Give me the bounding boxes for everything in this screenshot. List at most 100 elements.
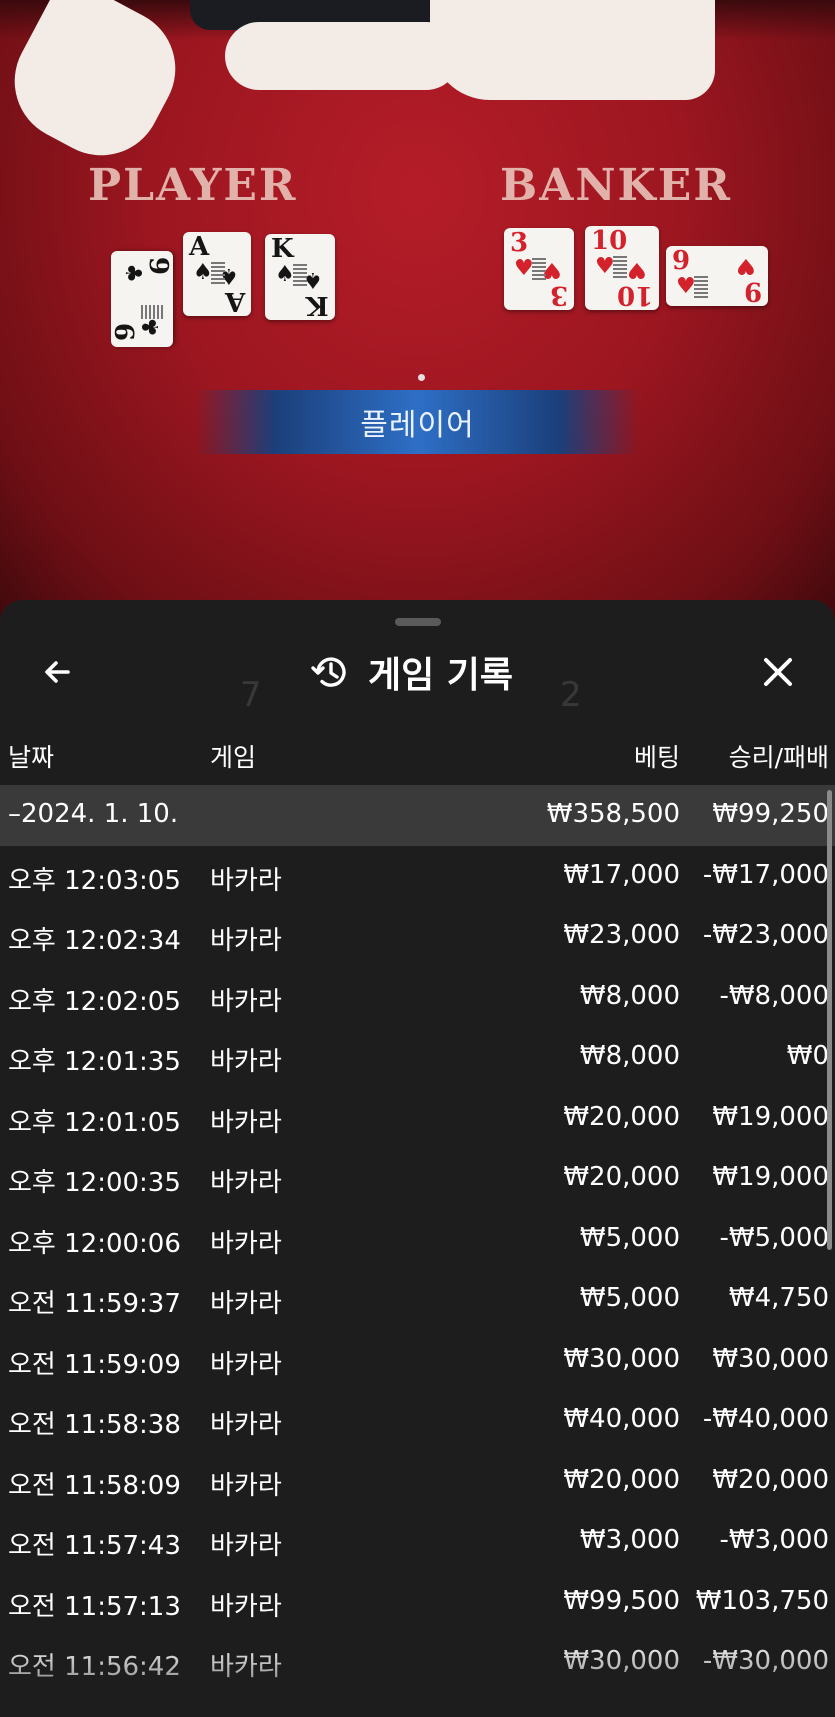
- history-row[interactable]: 오후 12:02:34 바카라 ₩23,000 -₩23,000: [0, 906, 835, 967]
- row-bet: ₩30,000: [563, 1646, 680, 1676]
- back-button[interactable]: [36, 650, 80, 694]
- card-suit: ♥: [736, 253, 756, 278]
- row-game: 바카라: [210, 1228, 282, 1259]
- card-suit: ♣: [139, 317, 164, 337]
- title-group: 게임 기록: [310, 650, 513, 696]
- card-suit: ♥: [676, 274, 696, 299]
- card-barcode: [532, 258, 546, 280]
- row-win-loss: -₩5,000: [719, 1222, 829, 1253]
- row-win-loss: -₩8,000: [719, 980, 829, 1011]
- history-row[interactable]: 오후 12:01:35 바카라 ₩8,000 ₩0: [0, 1027, 835, 1088]
- drag-handle[interactable]: [395, 618, 441, 626]
- result-text: 플레이어: [360, 408, 475, 443]
- row-time: 오후 12:03:05: [8, 865, 181, 896]
- card-barcode: [293, 264, 307, 286]
- row-time: 오후 12:00:06: [8, 1228, 181, 1259]
- row-win-loss: ₩4,750: [728, 1283, 829, 1313]
- history-row[interactable]: 오전 11:59:09 바카라 ₩30,000 ₩30,000: [0, 1330, 835, 1391]
- row-bet: ₩5,000: [579, 1222, 680, 1253]
- summary-date: –2024. 1. 10.: [8, 799, 179, 829]
- history-row[interactable]: 오전 11:58:09 바카라 ₩20,000 ₩20,000: [0, 1451, 835, 1512]
- row-win-loss: ₩19,000: [712, 1101, 829, 1132]
- card-rank: 9: [143, 257, 173, 276]
- column-win-loss[interactable]: 승리/패배: [729, 738, 829, 774]
- dealer-right-sleeve: [430, 0, 715, 100]
- column-game[interactable]: 게임: [210, 738, 256, 774]
- history-row[interactable]: 오후 12:00:06 바카라 ₩5,000 -₩5,000: [0, 1209, 835, 1270]
- sheet-header: 게임 기록: [0, 640, 835, 704]
- card-suit: ♥: [514, 256, 534, 281]
- player-card-2: A ♠ A ♠: [183, 232, 251, 316]
- row-time: 오전 11:57:13: [8, 1591, 181, 1622]
- card-barcode: [694, 276, 708, 298]
- result-banner: 플레이어: [195, 390, 640, 454]
- banker-side-label: BANKER: [500, 160, 732, 211]
- column-bet[interactable]: 베팅: [634, 738, 680, 774]
- row-bet: ₩20,000: [563, 1464, 680, 1495]
- row-win-loss: ₩20,000: [712, 1464, 829, 1495]
- history-row[interactable]: 오전 11:56:42 바카라 ₩30,000 -₩30,000: [0, 1632, 835, 1693]
- row-win-loss: ₩19,000: [712, 1162, 829, 1192]
- card-rank: 9: [743, 276, 762, 306]
- history-row[interactable]: 오전 11:59:37 바카라 ₩5,000 ₩4,750: [0, 1269, 835, 1330]
- summary-bet: ₩358,500: [546, 799, 680, 829]
- player-card-1: 9 ♣ 9 ♣: [111, 251, 173, 347]
- history-row[interactable]: 오전 11:58:38 바카라 ₩40,000 -₩40,000: [0, 1390, 835, 1451]
- dealer-right-hand: [225, 22, 460, 90]
- close-icon: [764, 658, 792, 686]
- card-suit: ♠: [193, 260, 213, 285]
- row-win-loss: -₩17,000: [702, 859, 829, 890]
- row-bet: ₩99,500: [563, 1585, 680, 1616]
- row-time: 오전 11:58:38: [8, 1410, 181, 1440]
- banker-card-3: 9 ♥ 9 ♥: [666, 246, 768, 306]
- row-bet: ₩20,000: [563, 1162, 680, 1192]
- row-game: 바카라: [210, 926, 282, 956]
- scrollbar[interactable]: [827, 790, 832, 1250]
- row-time: 오전 11:58:09: [8, 1470, 181, 1501]
- row-time: 오전 11:59:09: [8, 1349, 181, 1380]
- history-icon: [311, 657, 346, 687]
- column-date[interactable]: 날짜: [8, 738, 54, 774]
- row-game: 바카라: [210, 1289, 282, 1319]
- row-game: 바카라: [210, 1410, 282, 1440]
- game-history-sheet: 7 2 게임 기록 날짜 게임 베팅 승리/패배 –2024. 1. 10. ₩…: [0, 600, 835, 1717]
- history-row[interactable]: 오전 11:57:13 바카라 ₩99,500 ₩103,750: [0, 1572, 835, 1633]
- row-bet: ₩40,000: [563, 1404, 680, 1434]
- summary-win-loss: ₩99,250: [712, 799, 829, 829]
- row-time: 오전 11:57:43: [8, 1531, 181, 1561]
- row-time: 오전 11:59:37: [8, 1289, 181, 1319]
- history-row[interactable]: 오후 12:00:35 바카라 ₩20,000 ₩19,000: [0, 1148, 835, 1209]
- history-row[interactable]: 오후 12:02:05 바카라 ₩8,000 -₩8,000: [0, 967, 835, 1028]
- table-header: 날짜 게임 베팅 승리/패배: [0, 732, 835, 780]
- card-suit: ♠: [275, 262, 295, 287]
- row-win-loss: -₩40,000: [702, 1404, 829, 1434]
- history-row[interactable]: 오후 12:03:05 바카라 ₩17,000 -₩17,000: [0, 846, 835, 907]
- sheet-title: 게임 기록: [368, 655, 514, 696]
- date-summary-row[interactable]: –2024. 1. 10. ₩358,500 ₩99,250: [0, 785, 835, 846]
- history-row[interactable]: 오후 12:01:05 바카라 ₩20,000 ₩19,000: [0, 1088, 835, 1149]
- row-bet: ₩5,000: [579, 1283, 680, 1313]
- row-time: 오후 12:01:05: [8, 1107, 181, 1138]
- card-barcode: [211, 262, 225, 284]
- card-rank: 9: [672, 246, 691, 276]
- card-rank: K: [271, 234, 294, 264]
- banker-card-2: 10 ♥ 10 ♥: [585, 226, 659, 310]
- row-bet: ₩30,000: [563, 1343, 680, 1374]
- row-win-loss: -₩23,000: [702, 920, 829, 950]
- history-list: –2024. 1. 10. ₩358,500 ₩99,250 오후 12:03:…: [0, 785, 835, 1693]
- row-win-loss: ₩30,000: [712, 1343, 829, 1374]
- player-side-label: PLAYER: [88, 160, 298, 211]
- row-game: 바카라: [210, 1652, 282, 1682]
- history-row[interactable]: 오전 11:57:43 바카라 ₩3,000 -₩3,000: [0, 1511, 835, 1572]
- row-bet: ₩23,000: [563, 920, 680, 950]
- card-barcode: [613, 256, 627, 278]
- row-game: 바카라: [210, 865, 282, 896]
- row-time: 오전 11:56:42: [8, 1652, 181, 1682]
- row-game: 바카라: [210, 1047, 282, 1077]
- card-rank: K: [306, 290, 329, 320]
- card-suit: ♣: [120, 263, 145, 283]
- row-bet: ₩3,000: [579, 1525, 680, 1555]
- row-game: 바카라: [210, 1107, 282, 1138]
- card-rank: 9: [111, 322, 141, 341]
- close-button[interactable]: [756, 650, 800, 694]
